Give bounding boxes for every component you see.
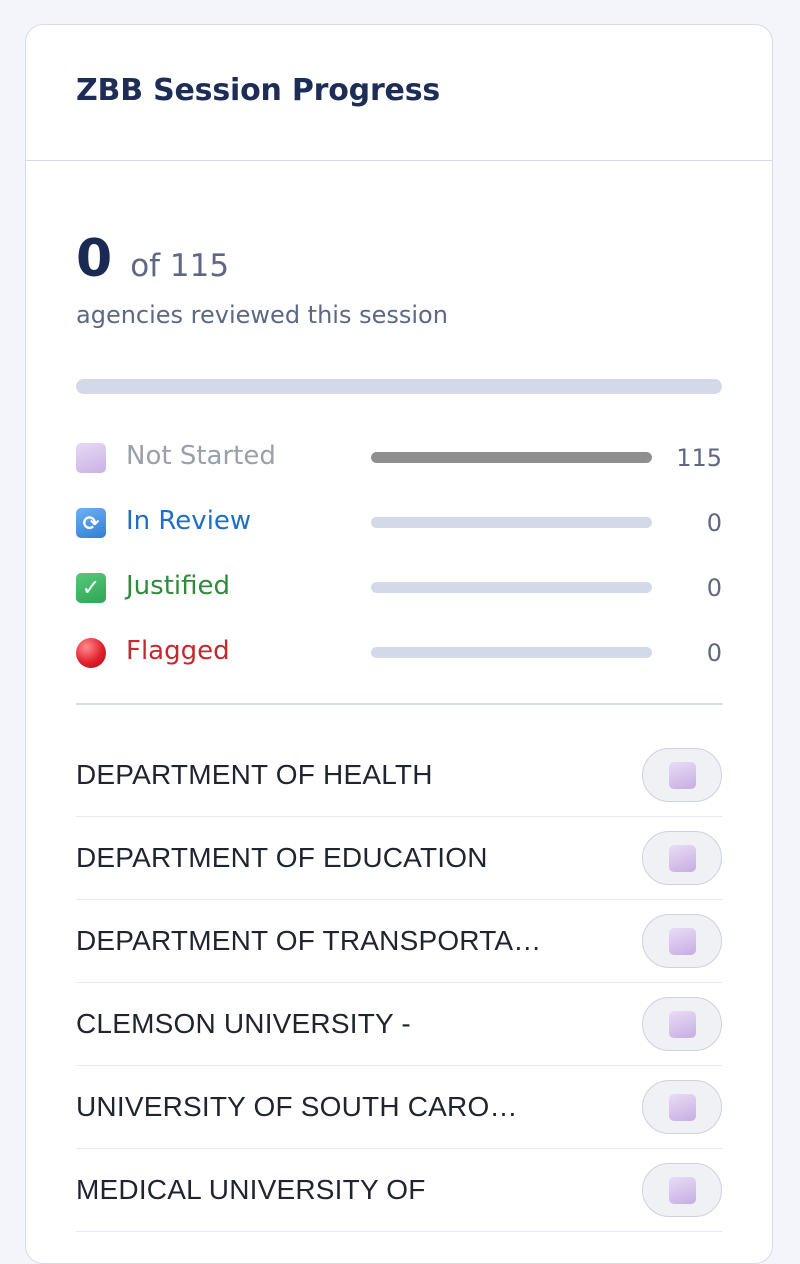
agency-row[interactable]: CLEMSON UNIVERSITY - xyxy=(76,983,722,1066)
agency-status-button[interactable] xyxy=(642,748,722,802)
status-bar-fill xyxy=(371,452,652,463)
agency-row[interactable]: DEPARTMENT OF EDUCATION xyxy=(76,817,722,900)
not-started-square-icon xyxy=(76,443,106,473)
total-count-text: of 115 xyxy=(130,248,230,284)
status-label: Not Started xyxy=(126,441,276,471)
agency-row[interactable]: DEPARTMENT OF HEALTH xyxy=(76,734,722,817)
status-label: Flagged xyxy=(126,636,230,666)
agency-status-button[interactable] xyxy=(642,914,722,968)
status-count: 115 xyxy=(676,444,722,472)
agency-name: DEPARTMENT OF HEALTH xyxy=(76,759,433,790)
check-icon: ✓ xyxy=(76,573,106,603)
not-started-square-icon xyxy=(668,1010,696,1038)
agency-name: DEPARTMENT OF EDUCATION xyxy=(76,842,488,873)
status-count: 0 xyxy=(706,639,722,667)
status-bar xyxy=(371,452,652,463)
not-started-square-icon xyxy=(668,844,696,872)
status-count: 0 xyxy=(706,574,722,602)
status-row-not-started: Not Started 115 xyxy=(76,438,722,478)
session-progress-card: ZBB Session Progress 0 of 115 agencies r… xyxy=(25,24,773,1264)
agency-name: CLEMSON UNIVERSITY - xyxy=(76,1008,411,1039)
not-started-square-icon xyxy=(668,927,696,955)
status-row-justified: ✓ Justified 0 xyxy=(76,568,722,608)
reviewed-count-row: 0 of 115 xyxy=(76,229,229,289)
card-title: ZBB Session Progress xyxy=(76,73,441,108)
status-count: 0 xyxy=(706,509,722,537)
reviewed-subtitle: agencies reviewed this session xyxy=(76,301,448,329)
not-started-square-icon xyxy=(668,761,696,789)
divider xyxy=(76,703,722,705)
agency-row[interactable]: DEPARTMENT OF TRANSPORTA… xyxy=(76,900,722,983)
agency-status-button[interactable] xyxy=(642,1080,722,1134)
agency-row[interactable]: UNIVERSITY OF SOUTH CARO… xyxy=(76,1066,722,1149)
red-circle-icon xyxy=(76,638,106,668)
not-started-square-icon xyxy=(668,1176,696,1204)
status-bar xyxy=(371,582,652,593)
status-bar xyxy=(371,647,652,658)
card-header: ZBB Session Progress xyxy=(26,25,772,161)
status-bar xyxy=(371,517,652,528)
agency-name: MEDICAL UNIVERSITY OF xyxy=(76,1174,426,1205)
status-row-flagged: Flagged 0 xyxy=(76,633,722,673)
status-label: In Review xyxy=(126,506,252,536)
status-label: Justified xyxy=(126,571,230,601)
overall-progress-bar xyxy=(76,379,722,394)
status-row-in-review: ⟳ In Review 0 xyxy=(76,503,722,543)
agency-status-button[interactable] xyxy=(642,1163,722,1217)
agency-row[interactable]: MEDICAL UNIVERSITY OF xyxy=(76,1149,722,1232)
agency-name: UNIVERSITY OF SOUTH CARO… xyxy=(76,1091,518,1122)
agency-name: DEPARTMENT OF TRANSPORTA… xyxy=(76,925,542,956)
refresh-icon: ⟳ xyxy=(76,508,106,538)
reviewed-count: 0 xyxy=(76,229,113,289)
agency-status-button[interactable] xyxy=(642,831,722,885)
agency-status-button[interactable] xyxy=(642,997,722,1051)
not-started-square-icon xyxy=(668,1093,696,1121)
